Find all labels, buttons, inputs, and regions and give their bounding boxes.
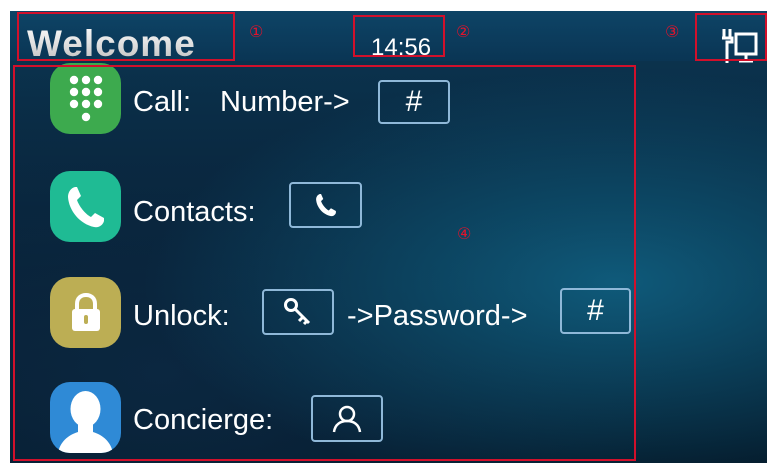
annotation-box-2 [353,15,445,57]
intercom-screen: Welcome 14:56 Call: Number-> # Contacts:… [10,11,767,463]
annotation-box-4 [13,65,636,461]
annotation-marker-3: ③ [665,22,680,41]
annotation-marker-2: ② [456,22,471,41]
annotation-marker-1: ① [249,22,264,41]
annotation-marker-4: ④ [457,224,472,243]
annotation-box-1 [17,12,235,61]
annotation-box-3 [695,13,767,61]
